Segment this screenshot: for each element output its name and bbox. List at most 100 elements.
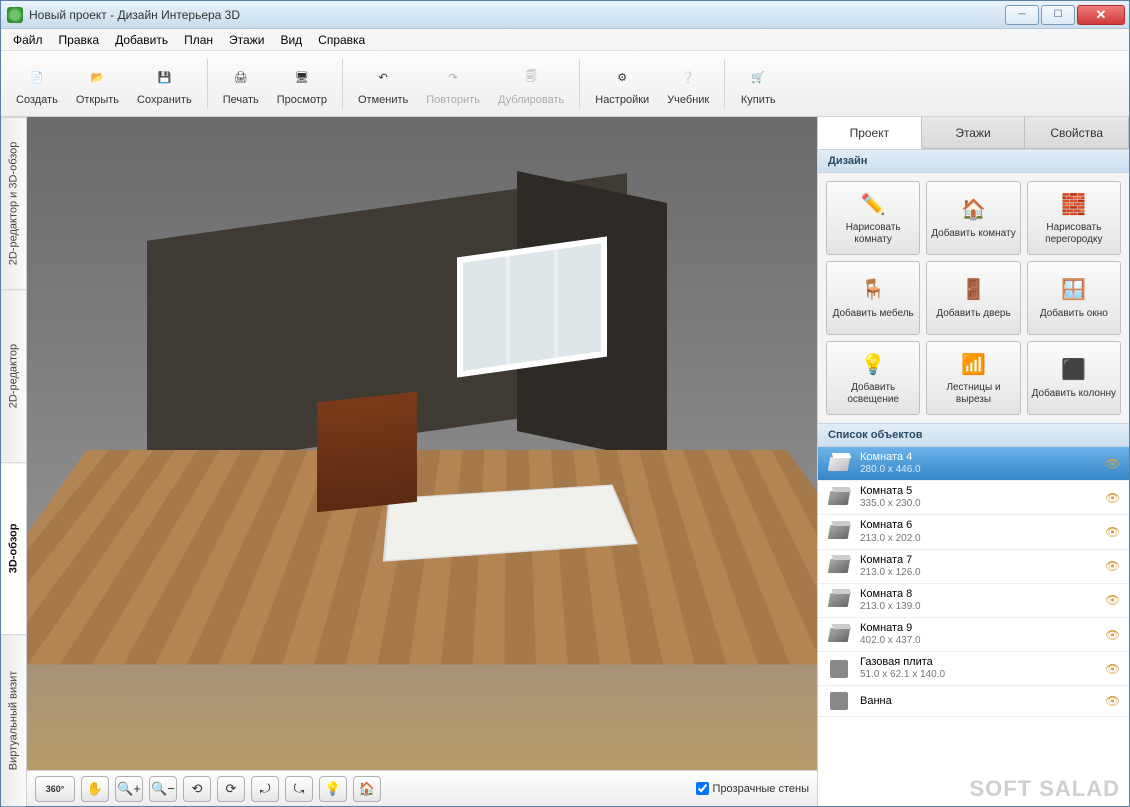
сохранить-icon: 💾 bbox=[148, 61, 180, 93]
toolbar-купить[interactable]: 🛒Купить bbox=[731, 58, 785, 109]
design-icon: 🪑 bbox=[859, 277, 887, 305]
view-tool-9[interactable]: 🏠 bbox=[353, 776, 381, 802]
view-tool-1[interactable]: ✋ bbox=[81, 776, 109, 802]
toolbar-открыть[interactable]: 📂Открыть bbox=[67, 58, 128, 109]
view-tool-3[interactable]: 🔍− bbox=[149, 776, 177, 802]
menu-plan[interactable]: План bbox=[176, 31, 221, 49]
toolbar-настройки[interactable]: ⚙Настройки bbox=[586, 58, 658, 109]
design-icon: 🚪 bbox=[959, 277, 987, 305]
app-window: Новый проект - Дизайн Интерьера 3D ─ ☐ ✕… bbox=[0, 0, 1130, 807]
visibility-icon[interactable]: 👁 bbox=[1105, 662, 1121, 676]
vtab-3D-обзор[interactable]: 3D-обзор bbox=[1, 462, 26, 634]
design-добавить-освещение[interactable]: 💡Добавить освещение bbox=[826, 341, 920, 415]
toolbar-отменить[interactable]: ↶Отменить bbox=[349, 58, 417, 109]
object-item[interactable]: Комната 7213.0 x 126.0 👁 bbox=[818, 550, 1129, 584]
design-добавить-комнату[interactable]: 🏠Добавить комнату bbox=[926, 181, 1020, 255]
object-icon bbox=[826, 624, 852, 646]
menu-help[interactable]: Справка bbox=[310, 31, 373, 49]
menu-floors[interactable]: Этажи bbox=[221, 31, 272, 49]
view-tool-0[interactable]: 360° bbox=[35, 776, 75, 802]
object-icon bbox=[826, 521, 852, 543]
object-name: Газовая плита bbox=[860, 656, 1105, 669]
view-tool-6[interactable]: ⤾ bbox=[251, 776, 279, 802]
object-item[interactable]: Комната 6213.0 x 202.0 👁 bbox=[818, 515, 1129, 549]
design-нарисовать-комнату[interactable]: ✏️Нарисовать комнату bbox=[826, 181, 920, 255]
toolbar-учебник[interactable]: ❔Учебник bbox=[658, 58, 718, 109]
object-item[interactable]: Ванна 👁 bbox=[818, 686, 1129, 717]
object-name: Комната 6 bbox=[860, 519, 1105, 532]
view-tool-8[interactable]: 💡 bbox=[319, 776, 347, 802]
close-button[interactable]: ✕ bbox=[1077, 5, 1125, 25]
design-нарисовать-перегородку[interactable]: 🧱Нарисовать перегородку bbox=[1027, 181, 1121, 255]
design-grid: ✏️Нарисовать комнату🏠Добавить комнату🧱На… bbox=[818, 173, 1129, 423]
maximize-button[interactable]: ☐ bbox=[1041, 5, 1075, 25]
visibility-icon[interactable]: 👁 bbox=[1105, 457, 1121, 471]
toolbar-печать[interactable]: 🖨Печать bbox=[214, 58, 268, 109]
object-item[interactable]: Комната 5335.0 x 230.0 👁 bbox=[818, 481, 1129, 515]
vtab-Виртуальный визит[interactable]: Виртуальный визит bbox=[1, 634, 26, 806]
object-icon bbox=[826, 589, 852, 611]
viewport-toolbar: 360°✋🔍+🔍−⟲⟳⤾⤿💡🏠 Прозрачные стены bbox=[27, 770, 817, 806]
app-icon bbox=[7, 7, 23, 23]
toolbar-просмотр[interactable]: 🖥Просмотр bbox=[268, 58, 336, 109]
menu-view[interactable]: Вид bbox=[272, 31, 310, 49]
vtab-2D-редактор и 3D-обзор[interactable]: 2D-редактор и 3D-обзор bbox=[1, 117, 26, 289]
design-добавить-колонну[interactable]: ⬛Добавить колонну bbox=[1027, 341, 1121, 415]
design-icon: 📶 bbox=[959, 351, 987, 379]
design-добавить-мебель[interactable]: 🪑Добавить мебель bbox=[826, 261, 920, 335]
object-name: Комната 4 bbox=[860, 451, 1105, 464]
object-dimensions: 335.0 x 230.0 bbox=[860, 498, 1105, 510]
vtab-2D-редактор[interactable]: 2D-редактор bbox=[1, 289, 26, 461]
object-icon bbox=[826, 555, 852, 577]
visibility-icon[interactable]: 👁 bbox=[1105, 628, 1121, 642]
rtab-Проект[interactable]: Проект bbox=[818, 117, 922, 149]
печать-icon: 🖨 bbox=[225, 61, 257, 93]
object-item[interactable]: Комната 4280.0 x 446.0 👁 bbox=[818, 447, 1129, 481]
toolbar-создать[interactable]: 📄Создать bbox=[7, 58, 67, 109]
menubar: Файл Правка Добавить План Этажи Вид Спра… bbox=[1, 29, 1129, 51]
visibility-icon[interactable]: 👁 bbox=[1105, 694, 1121, 708]
visibility-icon[interactable]: 👁 bbox=[1105, 491, 1121, 505]
right-tabs: ПроектЭтажиСвойства bbox=[818, 117, 1129, 149]
object-item[interactable]: Комната 8213.0 x 139.0 👁 bbox=[818, 584, 1129, 618]
view-tool-5[interactable]: ⟳ bbox=[217, 776, 245, 802]
vertical-tabs: 2D-редактор и 3D-обзор2D-редактор3D-обзо… bbox=[1, 117, 27, 806]
view-tool-7[interactable]: ⤿ bbox=[285, 776, 313, 802]
titlebar: Новый проект - Дизайн Интерьера 3D ─ ☐ ✕ bbox=[1, 1, 1129, 29]
canvas-wrap: 360°✋🔍+🔍−⟲⟳⤾⤿💡🏠 Прозрачные стены bbox=[27, 117, 818, 806]
minimize-button[interactable]: ─ bbox=[1005, 5, 1039, 25]
design-лестницы-и-вырезы[interactable]: 📶Лестницы и вырезы bbox=[926, 341, 1020, 415]
просмотр-icon: 🖥 bbox=[286, 61, 318, 93]
object-item[interactable]: Газовая плита51.0 x 62.1 x 140.0 👁 bbox=[818, 652, 1129, 686]
view-tool-4[interactable]: ⟲ bbox=[183, 776, 211, 802]
object-dimensions: 213.0 x 202.0 bbox=[860, 533, 1105, 545]
view-tool-2[interactable]: 🔍+ bbox=[115, 776, 143, 802]
object-name: Комната 9 bbox=[860, 622, 1105, 635]
menu-add[interactable]: Добавить bbox=[107, 31, 176, 49]
rtab-Свойства[interactable]: Свойства bbox=[1025, 117, 1129, 148]
object-name: Комната 5 bbox=[860, 485, 1105, 498]
купить-icon: 🛒 bbox=[742, 61, 774, 93]
toolbar-сохранить[interactable]: 💾Сохранить bbox=[128, 58, 201, 109]
design-добавить-дверь[interactable]: 🚪Добавить дверь bbox=[926, 261, 1020, 335]
object-name: Ванна bbox=[860, 695, 1105, 708]
design-header: Дизайн bbox=[818, 149, 1129, 173]
rtab-Этажи[interactable]: Этажи bbox=[922, 117, 1026, 148]
visibility-icon[interactable]: 👁 bbox=[1105, 525, 1121, 539]
design-добавить-окно[interactable]: 🪟Добавить окно bbox=[1027, 261, 1121, 335]
object-icon bbox=[826, 690, 852, 712]
transparent-walls-checkbox[interactable]: Прозрачные стены bbox=[696, 782, 809, 795]
objects-header: Список объектов bbox=[818, 423, 1129, 447]
menu-edit[interactable]: Правка bbox=[51, 31, 108, 49]
повторить-icon: ↷ bbox=[437, 61, 469, 93]
visibility-icon[interactable]: 👁 bbox=[1105, 593, 1121, 607]
object-item[interactable]: Комната 9402.0 x 437.0 👁 bbox=[818, 618, 1129, 652]
menu-file[interactable]: Файл bbox=[5, 31, 51, 49]
design-icon: ⬛ bbox=[1060, 357, 1088, 385]
design-icon: 💡 bbox=[859, 351, 887, 379]
design-icon: 🪟 bbox=[1060, 277, 1088, 305]
3d-viewport[interactable] bbox=[27, 117, 817, 770]
right-panel: ПроектЭтажиСвойства Дизайн ✏️Нарисовать … bbox=[818, 117, 1129, 806]
visibility-icon[interactable]: 👁 bbox=[1105, 559, 1121, 573]
отменить-icon: ↶ bbox=[367, 61, 399, 93]
